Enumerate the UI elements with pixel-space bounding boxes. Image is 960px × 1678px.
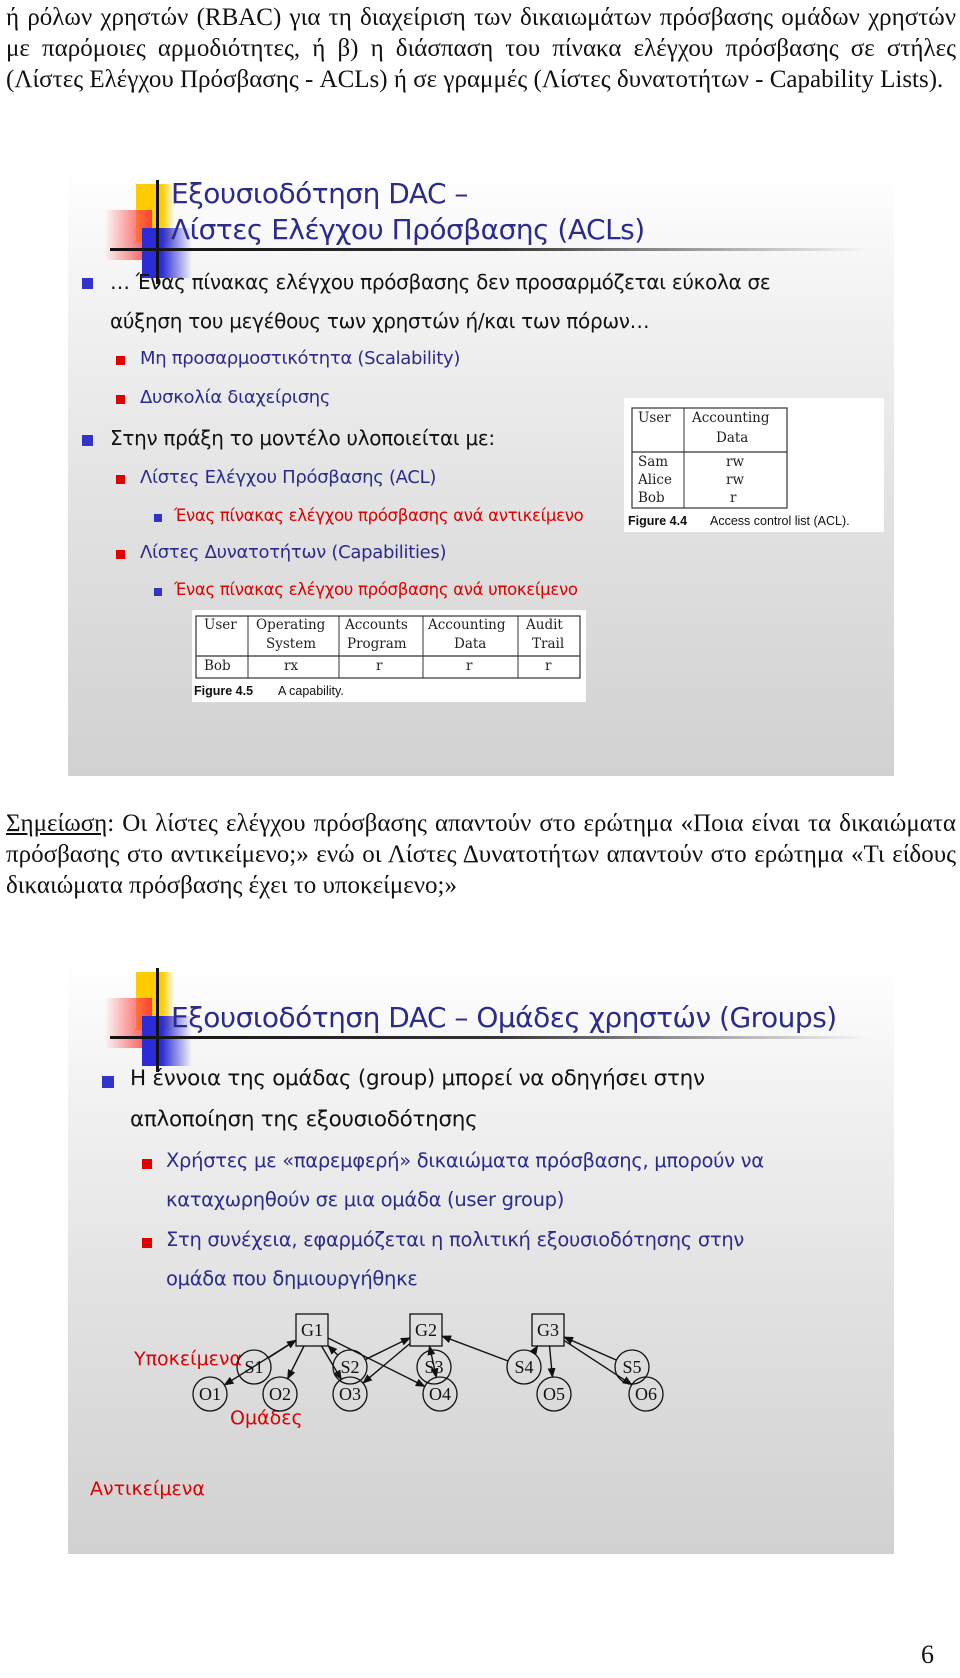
acl-header-data: Data <box>716 430 749 446</box>
node-label: G2 <box>415 1320 437 1340</box>
bullet-square-icon <box>116 356 125 365</box>
page-number: 6 <box>921 1640 934 1669</box>
object-node-o1: O1 <box>192 1376 228 1412</box>
cap-cell: rx <box>284 658 299 674</box>
bullet-text: Στην πράξη το μοντέλο υλοποιείται με: <box>110 426 495 450</box>
slide-title-line1: Εξουσιοδότηση DAC – <box>171 177 468 210</box>
acl-header-accounting: Accounting <box>692 410 770 426</box>
node-label: O4 <box>429 1384 451 1404</box>
node-label: O2 <box>269 1384 291 1404</box>
subject-node-s4: S4 <box>506 1349 542 1385</box>
edge-arrow-g3-o5 <box>547 1345 556 1379</box>
edge-arrow-g1-o3 <box>320 1345 342 1381</box>
object-node-o4: O4 <box>422 1376 458 1412</box>
cap-header: Accounts <box>345 617 408 633</box>
slide-acls: Εξουσιοδότηση DAC – Λίστες Ελέγχου Πρόσβ… <box>68 170 894 776</box>
cap-header: Operating <box>256 617 326 633</box>
slide-groups: Εξουσιοδότηση DAC – Ομάδες χρηστών (Grou… <box>68 964 894 1554</box>
figure-capability: User Operating System Accounts Program A… <box>192 610 586 702</box>
bullet-square-icon <box>116 395 125 404</box>
cap-header: System <box>266 636 317 652</box>
cap-header: Accounting <box>428 617 506 633</box>
acl-cell: rw <box>726 472 745 488</box>
object-node-o5: O5 <box>536 1376 572 1412</box>
note-label: Σημείωση <box>6 810 108 837</box>
cap-header: Audit <box>526 617 563 633</box>
node-label: S4 <box>514 1357 533 1377</box>
bullet-text: Ένας πίνακας ελέγχου πρόσβασης ανά αντικ… <box>174 506 584 525</box>
node-label: O3 <box>339 1384 361 1404</box>
figure-caption-text: A capability. <box>278 684 344 698</box>
edge-arrow-s2-g1 <box>327 1344 339 1356</box>
figure-caption-label: Figure 4.4 <box>628 514 688 528</box>
object-node-o2: O2 <box>262 1376 298 1412</box>
cap-header: User <box>204 617 237 633</box>
bullet-square-icon <box>116 475 125 484</box>
cap-cell: r <box>376 658 383 674</box>
group-node-g2: G2 <box>409 1313 443 1347</box>
intro-paragraph: ή ρόλων χρηστών (RBAC) για τη διαχείριση… <box>6 4 956 93</box>
edge-arrow-s5-g3 <box>563 1336 617 1361</box>
acl-cell: r <box>730 490 737 506</box>
edge-arrow-g1-o2 <box>286 1345 305 1380</box>
node-label: O6 <box>635 1384 657 1404</box>
acl-cell: Sam <box>638 454 669 470</box>
groups-diagram: S1 S2 S3 S4 S5 G1 G2 G3 O1 O2 O3 O4 O5 O6 <box>192 1313 664 1412</box>
edge-arrow-s4-g2 <box>441 1335 509 1362</box>
node-label: S3 <box>424 1357 443 1377</box>
node-label: G3 <box>537 1320 559 1340</box>
title-underline <box>110 248 870 251</box>
acl-cell: Alice <box>638 472 672 488</box>
object-node-o6: O6 <box>628 1376 664 1412</box>
note-paragraph: Σημείωση: Οι λίστες ελέγχου πρόσβασης απ… <box>6 808 956 901</box>
subject-node-s1: S1 <box>236 1349 272 1385</box>
cap-header: Data <box>454 636 487 652</box>
bullet-square-icon <box>82 435 93 446</box>
node-label: S5 <box>622 1357 641 1377</box>
note-text: : Οι λίστες ελέγχου πρόσβασης απαντούν σ… <box>6 810 956 899</box>
acl-header-user: User <box>638 410 671 426</box>
bullet-text: Λίστες Ελέγχου Πρόσβασης (ACL) <box>140 467 437 488</box>
bullet-text: Μη προσαρμοστικότητα (Scalability) <box>140 348 461 369</box>
group-node-g1: G1 <box>295 1313 329 1347</box>
bullet-square-icon <box>82 278 93 289</box>
cap-cell: Bob <box>204 658 231 674</box>
cap-header: Trail <box>532 636 565 652</box>
acl-cell: rw <box>726 454 745 470</box>
bullet-text: … Ένας πίνακας ελέγχου πρόσβασης δεν προ… <box>110 270 771 294</box>
figure-acl: User Accounting Data Sam rw Alice rw Bob… <box>624 398 884 532</box>
subject-node-s3: S3 <box>416 1349 452 1385</box>
cap-cell: r <box>545 658 552 674</box>
bullet-text: Δυσκολία διαχείρισης <box>140 387 331 408</box>
cap-header: Program <box>347 636 407 652</box>
bullet-square-icon <box>116 550 125 559</box>
bullet-text: αύξηση του μεγέθους των χρηστών ή/και τω… <box>110 309 650 333</box>
node-label: S2 <box>340 1357 359 1377</box>
slide-title-line2: Λίστες Ελέγχου Πρόσβασης (ACLs) <box>171 213 645 246</box>
cap-cell: r <box>466 658 473 674</box>
edge-arrow-s4-g3 <box>529 1345 539 1356</box>
bullet-square-icon <box>154 514 162 522</box>
bullet-text: Ένας πίνακας ελέγχου πρόσβασης ανά υποκε… <box>174 580 578 599</box>
subject-node-s2: S2 <box>332 1349 368 1385</box>
object-node-o3: O3 <box>332 1376 368 1412</box>
node-label: S1 <box>244 1357 263 1377</box>
subject-node-s5: S5 <box>614 1349 650 1385</box>
node-label: O1 <box>199 1384 221 1404</box>
figure-caption-label: Figure 4.5 <box>194 684 254 698</box>
node-label: G1 <box>301 1320 323 1340</box>
figure-caption-text: Access control list (ACL). <box>710 514 850 528</box>
group-node-g3: G3 <box>531 1313 565 1347</box>
bullet-text: Λίστες Δυνατοτήτων (Capabilities) <box>140 542 447 563</box>
acl-cell: Bob <box>638 490 665 506</box>
node-label: O5 <box>543 1384 565 1404</box>
bullet-square-icon <box>154 588 162 596</box>
